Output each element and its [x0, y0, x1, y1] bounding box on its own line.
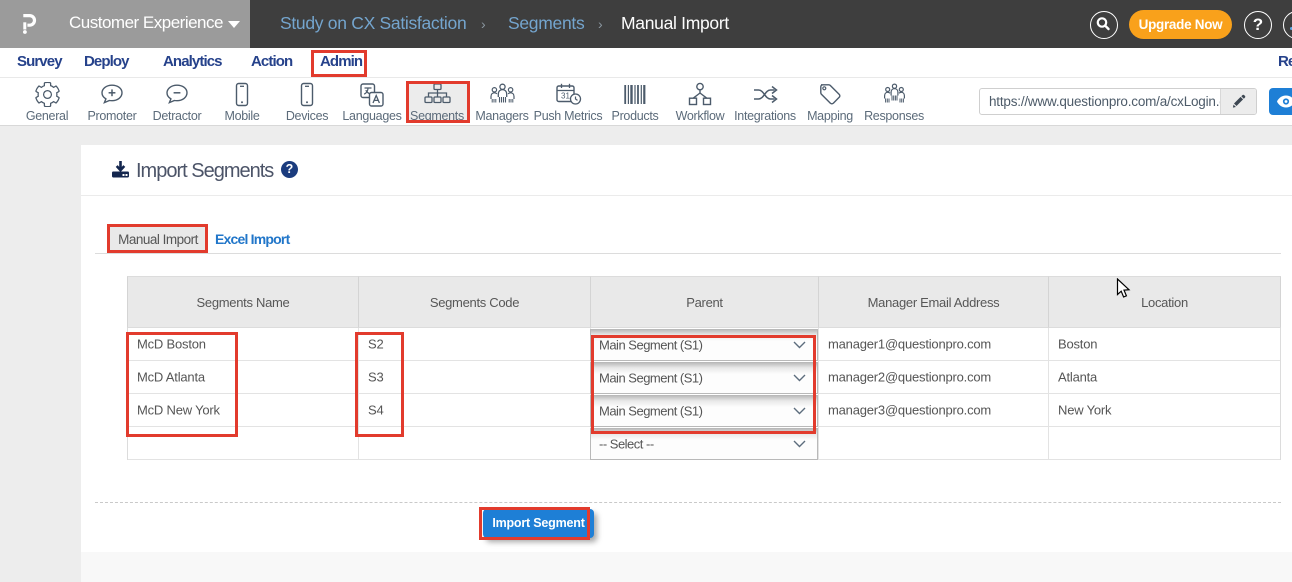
svg-text:31: 31	[561, 92, 570, 101]
